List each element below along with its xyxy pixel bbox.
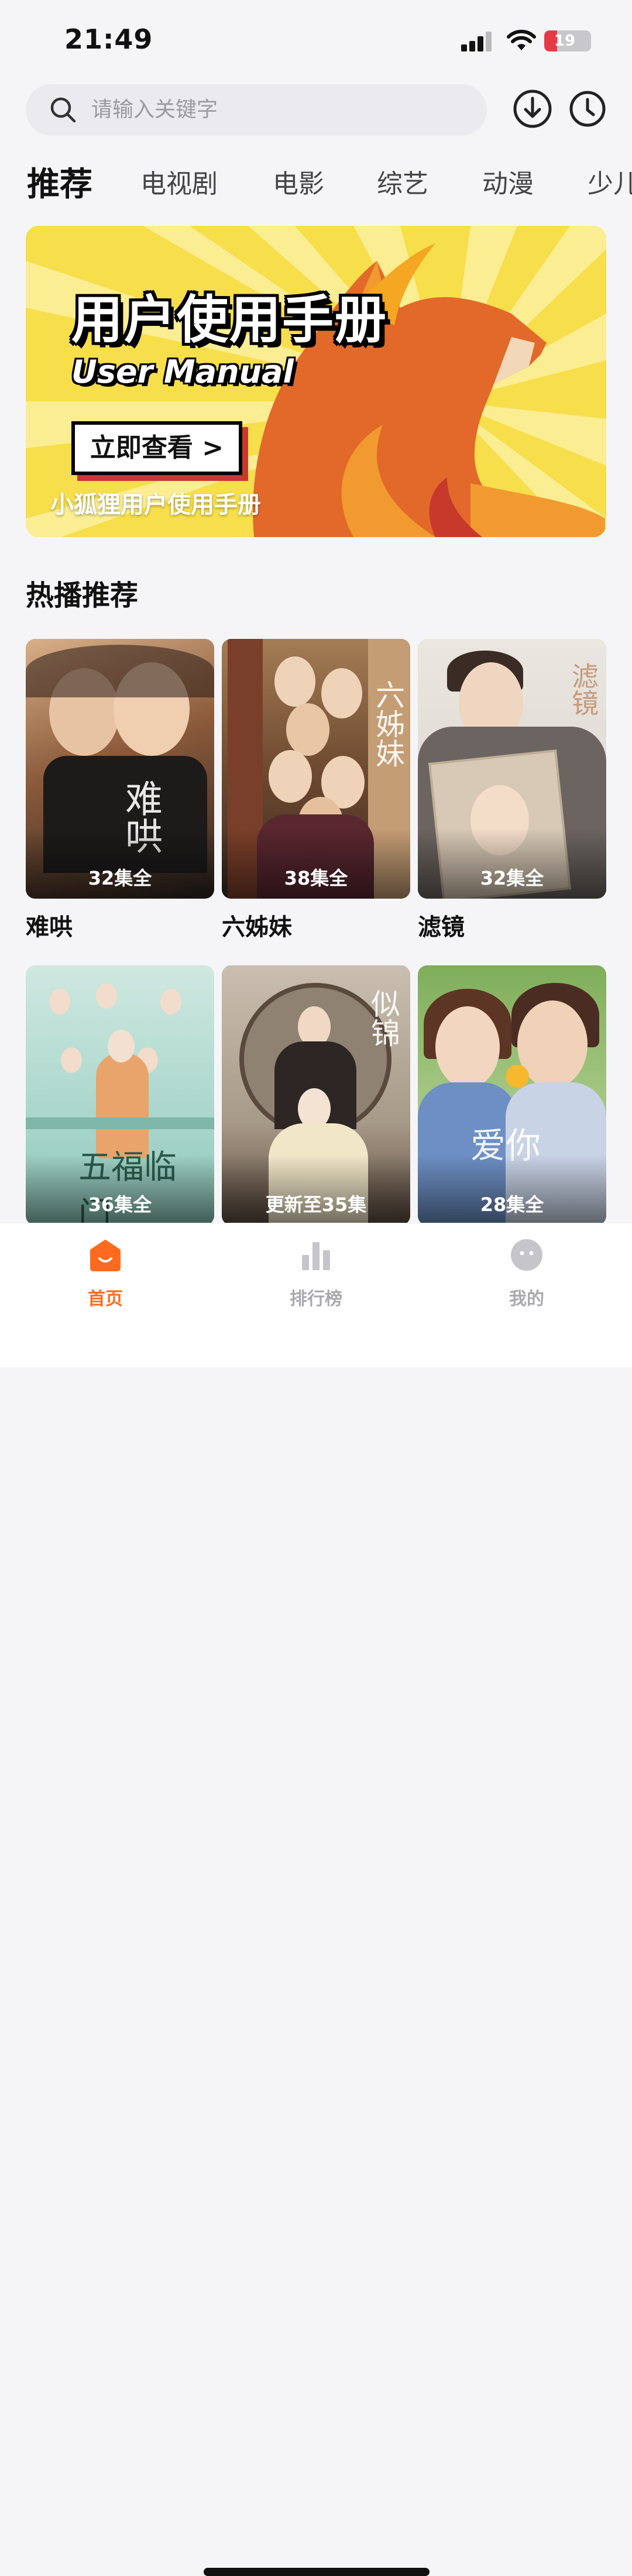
banner-title: 用户使用手册 [71, 290, 388, 350]
poster-calligraphy: 似锦 [366, 989, 400, 1047]
status-bar: 21:49 19 [0, 0, 632, 82]
poster-calligraphy: 六姊妹 [371, 680, 405, 768]
search-placeholder: 请输入关键字 [91, 98, 218, 122]
profile-icon [511, 1239, 542, 1271]
tab-variety[interactable]: 综艺 [377, 163, 428, 200]
battery-percent: 19 [554, 32, 576, 50]
nav-ranking-label: 排行榜 [290, 1289, 342, 1309]
episode-badge: 28集全 [480, 1194, 544, 1216]
tab-recommend[interactable]: 推荐 [27, 158, 92, 205]
show-title[interactable]: 难哄 [26, 908, 73, 942]
search-icon [50, 97, 76, 123]
battery-icon: 19 [544, 30, 591, 51]
wifi-icon [507, 29, 536, 50]
banner-caption: 小狐狸用户使用手册 [50, 491, 261, 518]
episode-badge: 32集全 [88, 867, 152, 889]
tab-kids[interactable]: 少儿 [588, 163, 632, 200]
nav-home[interactable]: 首页 [47, 1237, 164, 1310]
episode-badge: 38集全 [284, 867, 348, 889]
home-indicator [204, 2568, 430, 2576]
nav-home-label: 首页 [88, 1289, 123, 1309]
nav-profile-label: 我的 [509, 1289, 544, 1309]
download-icon[interactable] [511, 88, 554, 130]
status-time: 21:49 [64, 23, 153, 55]
tab-anime[interactable]: 动漫 [482, 163, 534, 200]
bottom-navigation: 首页 排行榜 我的 [0, 1223, 632, 2576]
history-clock-icon[interactable] [566, 88, 609, 130]
tab-movie[interactable]: 电影 [273, 163, 324, 200]
show-poster[interactable]: 难哄 32集全 [26, 639, 214, 899]
show-poster[interactable]: 五福临门 36集全 [26, 965, 214, 1225]
home-icon [90, 1240, 121, 1271]
show-title[interactable]: 六姊妹 [222, 908, 292, 942]
show-poster[interactable]: 爱你 28集全 [418, 965, 606, 1225]
episode-badge: 32集全 [480, 867, 544, 889]
show-title[interactable]: 滤镜 [418, 908, 465, 942]
show-poster[interactable]: 六姊妹 38集全 [222, 639, 410, 899]
nav-profile[interactable]: 我的 [468, 1237, 585, 1310]
ranking-icon [302, 1242, 330, 1270]
nav-ranking[interactable]: 排行榜 [257, 1237, 375, 1310]
tab-tv-series[interactable]: 电视剧 [140, 163, 218, 200]
search-bar[interactable]: 请输入关键字 [26, 84, 487, 136]
category-tabs: 推荐 电视剧 电影 综艺 动漫 少儿 [0, 158, 632, 205]
section-title-hot: 热播推荐 [26, 579, 139, 612]
user-manual-banner[interactable]: 用户使用手册 User Manual 立即查看 > 小狐狸用户使用手册 [26, 226, 606, 537]
banner-subtitle: User Manual [71, 353, 294, 390]
episode-badge: 更新至35集 [265, 1194, 367, 1216]
view-now-button[interactable]: 立即查看 > [71, 421, 242, 475]
poster-calligraphy: 滤镜 [568, 662, 599, 716]
show-poster[interactable]: 似锦 更新至35集 [222, 965, 410, 1225]
show-poster[interactable]: 滤镜 32集全 [418, 639, 606, 899]
episode-badge: 36集全 [88, 1194, 152, 1216]
cellular-signal-icon [461, 32, 494, 51]
